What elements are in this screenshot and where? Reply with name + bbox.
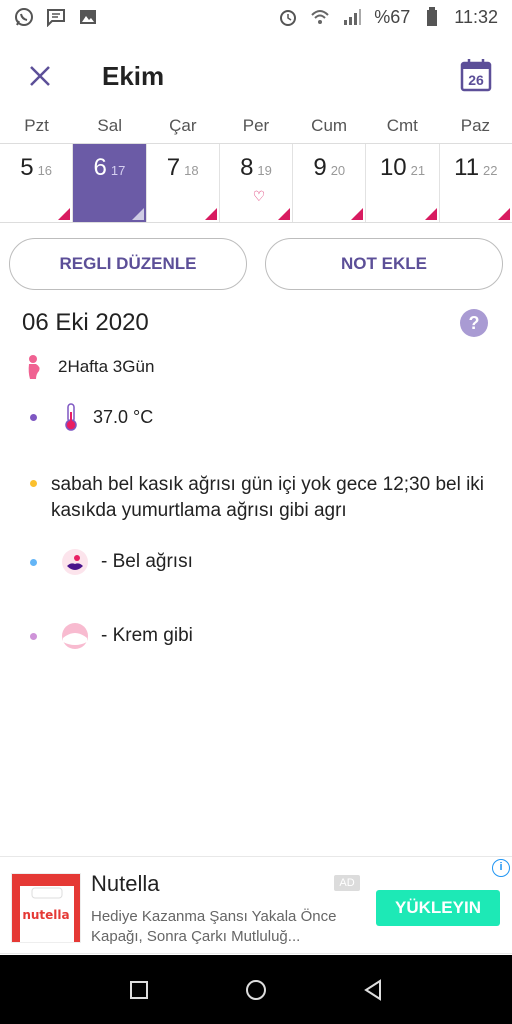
help-button[interactable]: ? xyxy=(460,309,488,337)
action-buttons: REGLI DÜZENLE NOT EKLE xyxy=(9,238,503,290)
wifi-icon xyxy=(310,7,330,27)
day-number: 11 xyxy=(454,154,480,181)
ad-banner[interactable]: nutella Nutella AD Hediye Kazanma Şansı … xyxy=(0,856,512,954)
symptom-entry[interactable]: - Bel ağrısı xyxy=(22,548,492,576)
week-day-strip: 5 16 6 17 7 18 8 19 ♡ 9 20 10 21 11 22 xyxy=(0,143,512,223)
day-number: 9 xyxy=(313,154,327,181)
cycle-day: 21 xyxy=(410,163,426,178)
add-note-button[interactable]: NOT EKLE xyxy=(265,238,503,290)
day-cell[interactable]: 11 22 xyxy=(440,144,512,222)
period-marker xyxy=(204,208,217,220)
day-cell[interactable]: 10 21 xyxy=(366,144,440,222)
cycle-day: 18 xyxy=(184,163,199,178)
close-icon xyxy=(30,66,50,86)
nutella-logo: nutella xyxy=(11,873,81,943)
temperature-dot xyxy=(30,413,37,421)
temperature-entry[interactable]: 37.0 °C xyxy=(22,402,492,432)
day-cell[interactable]: 7 18 xyxy=(147,144,220,222)
thermometer-icon xyxy=(61,402,81,432)
discharge-text: - Krem gibi xyxy=(101,625,193,646)
ad-info-icon[interactable]: i xyxy=(492,859,510,877)
cycle-day: 16 xyxy=(37,163,53,178)
battery-icon xyxy=(422,7,442,27)
day-number: 7 xyxy=(166,154,181,181)
day-cell-selected[interactable]: 6 17 xyxy=(73,144,147,222)
whatsapp-icon xyxy=(14,7,34,27)
day-number: 10 xyxy=(379,154,407,181)
period-marker xyxy=(131,208,144,220)
date-row: 06 Eki 2020 ? xyxy=(22,306,492,340)
calendar-button[interactable]: 26 xyxy=(460,58,492,92)
month-title: Ekim xyxy=(102,60,165,91)
note-text: sabah bel kasık ağrısı gün içi yok gece … xyxy=(51,474,485,521)
ad-install-button[interactable]: YÜKLEYIN xyxy=(376,890,500,926)
symptom-text: - Bel ağrısı xyxy=(101,551,193,572)
top-bar: Ekim 26 xyxy=(0,46,512,106)
cycle-day: 22 xyxy=(483,163,498,178)
pregnancy-entry: 2Hafta 3Gün xyxy=(22,354,492,380)
note-entry[interactable]: sabah bel kasık ağrısı gün içi yok gece … xyxy=(22,472,492,524)
period-marker xyxy=(424,208,437,220)
pregnancy-week-text: 2Hafta 3Gün xyxy=(58,357,155,376)
battery-percent: %67 xyxy=(374,6,411,27)
clock: 11:32 xyxy=(454,6,498,27)
discharge-entry[interactable]: - Krem gibi xyxy=(22,622,492,650)
note-dot xyxy=(30,480,37,487)
day-number: 6 xyxy=(93,154,107,181)
creamy-discharge-icon xyxy=(61,622,89,650)
day-number: 8 xyxy=(240,154,254,181)
calendar-day-number: 26 xyxy=(468,72,484,88)
image-icon xyxy=(78,7,98,27)
ad-title: Nutella xyxy=(91,871,160,896)
weekday-label: Paz xyxy=(460,116,491,135)
period-marker xyxy=(58,208,71,220)
cycle-day: 19 xyxy=(257,163,272,178)
weekday-label: Pzt xyxy=(24,116,49,135)
close-button[interactable] xyxy=(24,60,56,92)
weekday-label: Per xyxy=(242,116,270,135)
day-number: 5 xyxy=(20,154,34,181)
message-icon xyxy=(46,7,66,27)
symptom-dot xyxy=(30,558,37,566)
pregnancy-icon xyxy=(24,354,44,380)
day-cell[interactable]: 8 19 ♡ xyxy=(220,144,294,222)
status-right-icons: %67 11:32 xyxy=(278,7,498,28)
ad-image-label: nutella xyxy=(22,908,70,922)
weekday-label: Sal xyxy=(97,116,122,135)
selected-date: 06 Eki 2020 xyxy=(22,309,149,336)
ad-badge: AD xyxy=(334,875,360,891)
heart-icon: ♡ xyxy=(252,188,266,204)
signal-icon xyxy=(342,7,362,27)
weekday-label: Çar xyxy=(169,116,197,135)
home-button[interactable] xyxy=(241,975,271,1005)
back-button[interactable] xyxy=(358,975,388,1005)
home-icon xyxy=(245,979,266,1000)
edit-period-button[interactable]: REGLI DÜZENLE xyxy=(9,238,247,290)
status-left-icons xyxy=(14,7,98,27)
period-marker xyxy=(497,208,510,220)
status-bar: %67 11:32 xyxy=(0,0,512,34)
alarm-icon xyxy=(278,7,298,27)
discharge-dot xyxy=(30,632,37,640)
recents-button[interactable] xyxy=(124,975,154,1005)
cycle-day: 17 xyxy=(110,163,126,178)
period-marker xyxy=(278,208,291,220)
ad-description: Hediye Kazanma Şansı Yakala Önce Kapağı,… xyxy=(91,908,337,945)
day-cell[interactable]: 5 16 xyxy=(0,144,74,222)
back-icon xyxy=(364,978,382,1001)
weekday-label: Cum xyxy=(311,116,348,135)
back-pain-icon xyxy=(61,548,89,576)
weekday-label: Cmt xyxy=(386,116,418,135)
day-cell[interactable]: 9 20 xyxy=(293,144,367,222)
weekday-header: Pzt Sal Çar Per Cum Cmt Paz xyxy=(0,116,512,140)
cycle-day: 20 xyxy=(330,163,346,178)
period-marker xyxy=(351,208,364,220)
navigation-bar xyxy=(0,955,512,1024)
recents-icon xyxy=(129,980,148,999)
temperature-value: 37.0 °C xyxy=(93,407,154,427)
